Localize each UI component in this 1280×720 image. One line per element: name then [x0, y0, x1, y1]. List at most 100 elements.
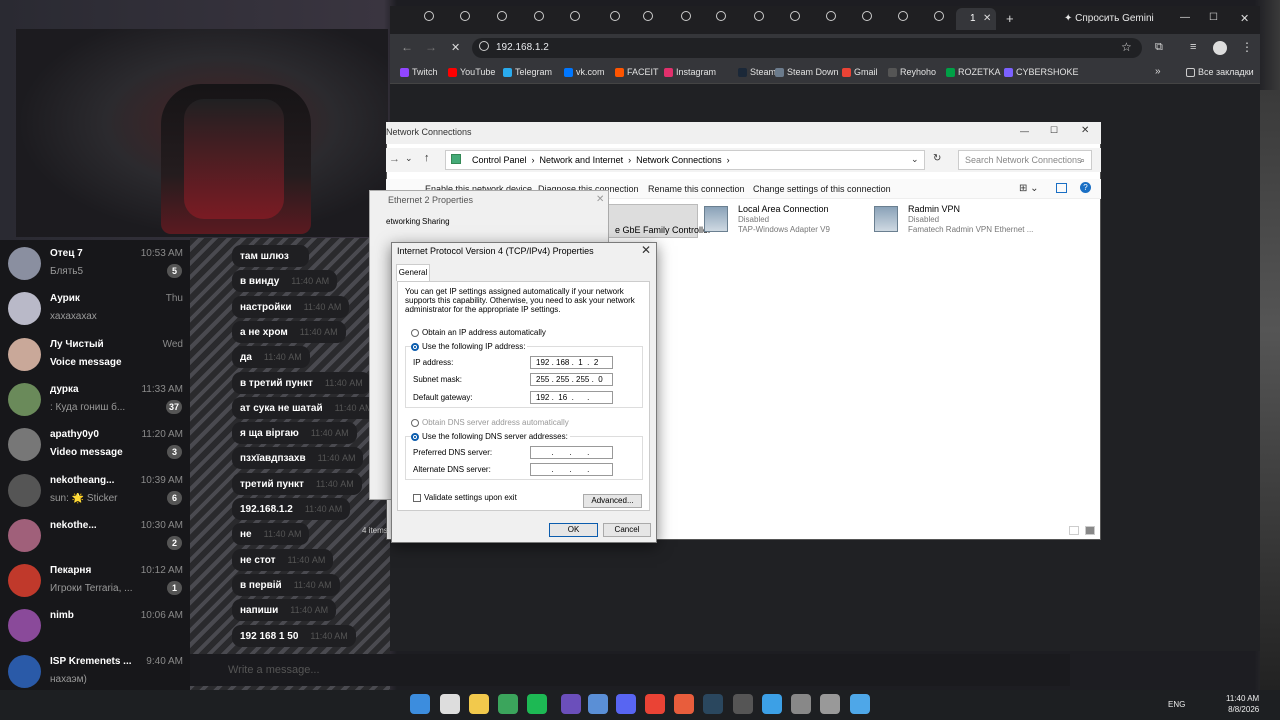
cmd-rename[interactable]: Rename this connection [648, 184, 745, 194]
taskbar-app-icon[interactable] [498, 694, 518, 714]
breadcrumb-item[interactable]: Network Connections [636, 155, 722, 165]
taskbar-app-icon[interactable] [410, 694, 430, 714]
address-bar[interactable]: 192.168.1.2 [472, 38, 1142, 58]
chat-item[interactable]: дурка 11:33 AM : Куда гониш б... 37 [0, 378, 190, 423]
back-icon[interactable]: ← [401, 40, 413, 54]
taskbar-app-icon[interactable] [588, 694, 608, 714]
preview-pane-icon[interactable] [1056, 183, 1067, 193]
forward-icon[interactable]: → [425, 40, 437, 54]
chat-item[interactable]: apathy0y0 11:20 AM Video message 3 [0, 423, 190, 468]
ethernet-adapter-item[interactable]: e GbE Family Controller [600, 204, 711, 238]
message-input[interactable]: Write a message... [190, 654, 1070, 686]
advanced-button[interactable]: Advanced... [583, 494, 642, 508]
chat-item[interactable]: ISP Kremenets ... 9:40 AM нахаэм) [0, 650, 190, 695]
message-bubble[interactable]: в третий пункт 11:40 AM [232, 371, 371, 394]
taskbar-app-icon[interactable] [703, 694, 723, 714]
radio-obtain-dns-auto[interactable]: Obtain DNS server address automatically [411, 418, 569, 427]
ethernet2-close-icon[interactable]: ✕ [596, 194, 604, 205]
message-bubble[interactable]: а не хром 11:40 AM [232, 320, 346, 343]
address-dropdown-icon[interactable]: ⌄ [911, 154, 919, 165]
message-bubble[interactable]: я ща віргаю 11:40 AM [232, 422, 357, 445]
tiles-view-icon[interactable] [1085, 526, 1095, 535]
bookmark-item[interactable]: Steam Down [775, 67, 839, 78]
chat-item[interactable]: Отец 7 10:53 AM Блять5 5 [0, 242, 190, 287]
ip-address-field[interactable]: 192 . 168 . 1 . 2 [530, 356, 613, 369]
details-view-icon[interactable] [1069, 526, 1079, 535]
preferred-dns-field[interactable]: . . . [530, 446, 613, 459]
ipv4-close-icon[interactable]: ✕ [641, 243, 651, 257]
bookmark-item[interactable]: vk.com [564, 67, 605, 78]
message-bubble[interactable]: там шлюз [232, 245, 309, 267]
browser-tab[interactable] [610, 10, 640, 28]
browser-tab[interactable] [826, 10, 856, 28]
browser-tab[interactable] [460, 10, 490, 28]
bookmark-item[interactable]: Reyhoho [888, 67, 936, 78]
clock[interactable]: 11:40 AM 8/8/2026 [1226, 693, 1259, 715]
message-bubble[interactable]: 192.168.1.2 11:40 AM [232, 498, 351, 520]
site-info-icon[interactable] [479, 41, 489, 51]
extensions-icon[interactable]: ⧉ [1155, 41, 1163, 54]
taskbar-app-icon[interactable] [469, 694, 489, 714]
chat-item[interactable]: nekothe... 10:30 AM 2 [0, 514, 190, 559]
taskbar-app-icon[interactable] [616, 694, 636, 714]
bookmark-item[interactable]: Telegram [503, 67, 552, 78]
close-window-icon[interactable]: ✕ [1240, 12, 1249, 25]
browser-tab[interactable] [534, 10, 564, 28]
bookmark-item[interactable]: Steam [738, 67, 776, 78]
taskbar-app-icon[interactable] [561, 694, 581, 714]
chat-item[interactable]: Пекарня 10:12 AM Игроки Terraria, ... 1 [0, 559, 190, 604]
tab-sharing[interactable]: Sharing [422, 217, 450, 226]
taskbar-app-icon[interactable] [733, 694, 753, 714]
radio-use-following-ip[interactable]: Use the following IP address: [411, 342, 528, 351]
explorer-search[interactable]: Search Network Connections ⌕ [958, 150, 1092, 170]
ok-button[interactable]: OK [549, 523, 598, 537]
all-bookmarks[interactable]: Все закладки [1186, 67, 1254, 78]
breadcrumb[interactable]: Control Panel › Network and Internet › N… [445, 150, 925, 170]
validate-checkbox[interactable]: Validate settings upon exit [413, 493, 517, 502]
breadcrumb-item[interactable]: Network and Internet [540, 155, 624, 165]
minimize-icon[interactable]: — [1180, 12, 1190, 23]
tab-close-icon[interactable]: ✕ [983, 13, 991, 24]
explorer-forward-icon[interactable]: → [389, 153, 400, 165]
taskbar-app-icon[interactable] [440, 694, 460, 714]
browser-tab[interactable] [790, 10, 820, 28]
taskbar-app-icon[interactable] [674, 694, 694, 714]
profile-avatar[interactable] [1213, 41, 1227, 55]
chat-item[interactable]: Лу Чистый Wed Voice message [0, 333, 190, 378]
message-bubble[interactable]: третий пункт 11:40 AM [232, 472, 362, 495]
language-indicator[interactable]: ENG [1168, 700, 1185, 709]
browser-tab[interactable] [754, 10, 784, 28]
breadcrumb-item[interactable]: Control Panel [472, 155, 527, 165]
bookmark-item[interactable]: CYBERSHOKE [1004, 67, 1079, 78]
message-bubble[interactable]: в винду 11:40 AM [232, 270, 338, 293]
media-icon[interactable]: ≡ [1190, 41, 1196, 53]
connection-radmin-vpn[interactable]: Radmin VPN Disabled Famatech Radmin VPN … [874, 204, 1044, 238]
explorer-minimize-icon[interactable]: — [1020, 126, 1029, 136]
message-bubble[interactable]: ат сука не шатай 11:40 AM [232, 396, 381, 419]
radio-use-following-dns[interactable]: Use the following DNS server addresses: [411, 432, 570, 441]
bookmark-item[interactable]: Gmail [842, 67, 878, 78]
explorer-maximize-icon[interactable]: ☐ [1050, 125, 1058, 136]
explorer-up-icon[interactable]: ↑ [424, 152, 430, 164]
help-icon[interactable]: ? [1080, 182, 1091, 193]
bookmark-item[interactable]: FACEIT [615, 67, 659, 78]
message-bubble[interactable]: да 11:40 AM [232, 346, 310, 369]
gemini-button[interactable]: ✦ Спросить Gemini [1064, 13, 1154, 24]
chat-item[interactable]: Аурик Thu хахахахах [0, 287, 190, 332]
chat-item[interactable]: nimb 10:06 AM [0, 604, 190, 649]
tab-general[interactable]: General [396, 264, 430, 281]
maximize-icon[interactable]: ☐ [1209, 12, 1218, 23]
cmd-change-settings[interactable]: Change settings of this connection [753, 184, 891, 194]
bookmark-star-icon[interactable]: ☆ [1121, 40, 1132, 54]
browser-tab[interactable] [424, 10, 454, 28]
message-bubble[interactable]: 192 168 1 50 11:40 AM [232, 624, 356, 647]
browser-tab[interactable] [681, 10, 711, 28]
menu-icon[interactable]: ⋮ [1241, 40, 1253, 54]
message-bubble[interactable]: пзхїавдпзахв 11:40 AM [232, 447, 364, 470]
radio-obtain-ip-auto[interactable]: Obtain an IP address automatically [411, 328, 546, 337]
bookmark-item[interactable]: YouTube [448, 67, 495, 78]
taskbar-app-icon[interactable] [762, 694, 782, 714]
tab-networking[interactable]: etworking [386, 217, 420, 226]
view-options-icon[interactable]: ⊞ ⌄ [1019, 183, 1039, 194]
explorer-recent-icon[interactable]: ⌄ [405, 153, 413, 164]
